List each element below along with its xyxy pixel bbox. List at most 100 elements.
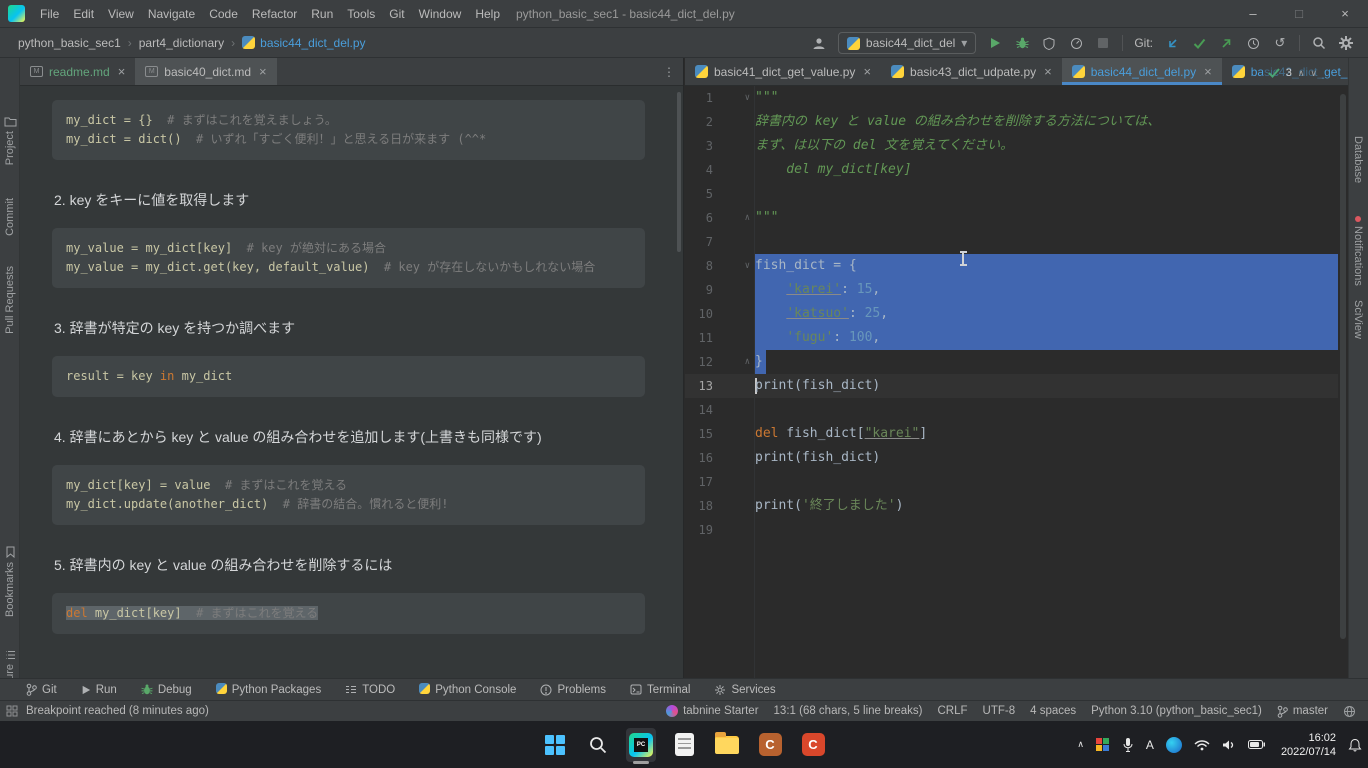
tray-app-icon[interactable]: [1096, 738, 1110, 752]
editor-scrollbar[interactable]: [1338, 86, 1348, 678]
python-interpreter[interactable]: Python 3.10 (python_basic_sec1): [1091, 705, 1262, 717]
editor-line[interactable]: 10 'katsuo': 25,: [685, 302, 1338, 326]
close-icon[interactable]: ×: [259, 64, 267, 79]
tab-basic40_dict.md[interactable]: Mbasic40_dict.md×: [135, 58, 276, 85]
maximize-button[interactable]: □: [1276, 0, 1322, 28]
editor-line[interactable]: 13print(fish_dict): [685, 374, 1338, 398]
tab-readme.md[interactable]: Mreadme.md×: [20, 58, 135, 85]
file-encoding[interactable]: UTF-8: [983, 705, 1016, 717]
toolwindow-run[interactable]: Run: [81, 684, 117, 696]
breadcrumb-item[interactable]: part4_dictionary: [139, 36, 224, 50]
editor-line[interactable]: 15del fish_dict["karei"]: [685, 422, 1338, 446]
menu-navigate[interactable]: Navigate: [141, 0, 202, 28]
globe-icon[interactable]: [1343, 705, 1356, 718]
editor-line[interactable]: 3まず、は以下の del 文を覚えてください。: [685, 134, 1338, 158]
editor-line[interactable]: 1∨""": [685, 86, 1338, 110]
menu-view[interactable]: View: [101, 0, 141, 28]
menu-refactor[interactable]: Refactor: [245, 0, 304, 28]
battery-icon[interactable]: [1248, 740, 1265, 749]
editor-line[interactable]: 12∧}: [685, 350, 1338, 374]
toolwindow-problems[interactable]: Problems: [540, 684, 606, 696]
next-problem-icon[interactable]: ∨: [1310, 68, 1317, 79]
close-icon[interactable]: ×: [1204, 64, 1212, 79]
toolwindow-git[interactable]: Git: [26, 683, 57, 696]
stop-button[interactable]: [1095, 32, 1111, 54]
tab-basic41_dict_get_value.py[interactable]: basic41_dict_get_value.py×: [685, 58, 881, 85]
editor-line[interactable]: 7: [685, 230, 1338, 254]
microphone-icon[interactable]: [1122, 737, 1134, 753]
editor-line[interactable]: 9 'karei': 15,: [685, 278, 1338, 302]
debug-button[interactable]: [1014, 32, 1030, 54]
git-update-button[interactable]: [1164, 32, 1180, 54]
profiler-button[interactable]: [1068, 32, 1084, 54]
run-button[interactable]: [987, 32, 1003, 54]
menu-git[interactable]: Git: [382, 0, 411, 28]
git-push-button[interactable]: [1218, 32, 1234, 54]
editor-line[interactable]: 2辞書内の key と value の組み合わせを削除する方法については、: [685, 110, 1338, 134]
sidebar-item-commit[interactable]: Commit: [0, 198, 20, 236]
toolwindow-python-console[interactable]: Python Console: [419, 683, 516, 697]
sidebar-item-sciview[interactable]: SciView: [1348, 300, 1368, 339]
fold-icon[interactable]: ∧: [713, 350, 755, 374]
close-icon[interactable]: ×: [863, 64, 871, 79]
breadcrumb-item[interactable]: python_basic_sec1: [18, 36, 121, 50]
line-separator[interactable]: CRLF: [937, 705, 967, 717]
caret-position[interactable]: 13:1 (68 chars, 5 line breaks): [774, 705, 923, 717]
tabnine-status[interactable]: tabnine Starter: [666, 705, 758, 717]
start-button[interactable]: [540, 728, 570, 762]
inspection-widget[interactable]: 3 ∧ ∨: [1263, 65, 1322, 81]
volume-icon[interactable]: [1222, 739, 1236, 751]
sidebar-item-notifications[interactable]: Notifications: [1348, 216, 1368, 286]
editor-line[interactable]: 16print(fish_dict): [685, 446, 1338, 470]
wifi-icon[interactable]: [1194, 739, 1210, 751]
git-commit-button[interactable]: [1191, 32, 1207, 54]
preview-scrollbar[interactable]: [677, 92, 681, 252]
notepad-taskbar-icon[interactable]: [669, 728, 699, 762]
editor-line[interactable]: 4 del my_dict[key]: [685, 158, 1338, 182]
rollback-button[interactable]: ↺: [1272, 32, 1288, 54]
minimize-button[interactable]: –: [1230, 0, 1276, 28]
settings-gear-icon[interactable]: [1338, 32, 1354, 54]
prev-problem-icon[interactable]: ∧: [1298, 68, 1305, 79]
tab-basic43_dict_udpate.py[interactable]: basic43_dict_udpate.py×: [881, 58, 1062, 85]
user-account-icon[interactable]: [811, 32, 827, 54]
close-button[interactable]: ×: [1322, 0, 1368, 28]
close-icon[interactable]: ×: [1044, 64, 1052, 79]
ime-indicator[interactable]: A: [1146, 738, 1154, 752]
indent-style[interactable]: 4 spaces: [1030, 705, 1076, 717]
status-message[interactable]: Breakpoint reached (8 minutes ago): [26, 705, 209, 717]
taskbar-search-icon[interactable]: [583, 728, 613, 762]
git-branch-widget[interactable]: master: [1277, 705, 1328, 718]
coverage-button[interactable]: [1041, 32, 1057, 54]
editor-line[interactable]: 11 'fugu': 100,: [685, 326, 1338, 350]
editor-line[interactable]: 8∨fish_dict = {: [685, 254, 1338, 278]
editor-line[interactable]: 5: [685, 182, 1338, 206]
file-explorer-icon[interactable]: [712, 728, 742, 762]
pycharm-taskbar-icon[interactable]: PC: [626, 728, 656, 762]
app-c2-icon[interactable]: C: [798, 728, 828, 762]
editor-line[interactable]: 17: [685, 470, 1338, 494]
sidebar-item-project[interactable]: Project: [0, 116, 20, 165]
sidebar-item-bookmarks[interactable]: Bookmarks: [0, 546, 20, 617]
editor-line[interactable]: 19: [685, 518, 1338, 542]
tab-basic44_dict_del.py[interactable]: basic44_dict_del.py×: [1062, 58, 1222, 85]
search-everywhere-icon[interactable]: [1311, 32, 1327, 54]
menu-edit[interactable]: Edit: [66, 0, 101, 28]
toolwindow-switcher-icon[interactable]: [6, 705, 18, 717]
toolwindow-debug[interactable]: Debug: [141, 684, 192, 696]
sidebar-item-pull-requests[interactable]: Pull Requests: [0, 266, 20, 334]
menu-run[interactable]: Run: [304, 0, 340, 28]
menu-code[interactable]: Code: [202, 0, 245, 28]
menu-window[interactable]: Window: [412, 0, 469, 28]
git-history-button[interactable]: [1245, 32, 1261, 54]
fold-icon[interactable]: ∨: [713, 86, 755, 110]
sidebar-item-database[interactable]: Database: [1348, 136, 1368, 183]
toolwindow-python-packages[interactable]: Python Packages: [216, 683, 322, 697]
fold-icon[interactable]: ∧: [713, 206, 755, 230]
edge-browser-icon[interactable]: [1166, 737, 1182, 753]
run-config-selector[interactable]: basic44_dict_del ▾: [838, 32, 976, 54]
menu-help[interactable]: Help: [468, 0, 507, 28]
toolwindow-terminal[interactable]: Terminal: [630, 684, 690, 696]
more-options-icon[interactable]: ⋮: [663, 65, 675, 79]
close-icon[interactable]: ×: [118, 64, 126, 79]
